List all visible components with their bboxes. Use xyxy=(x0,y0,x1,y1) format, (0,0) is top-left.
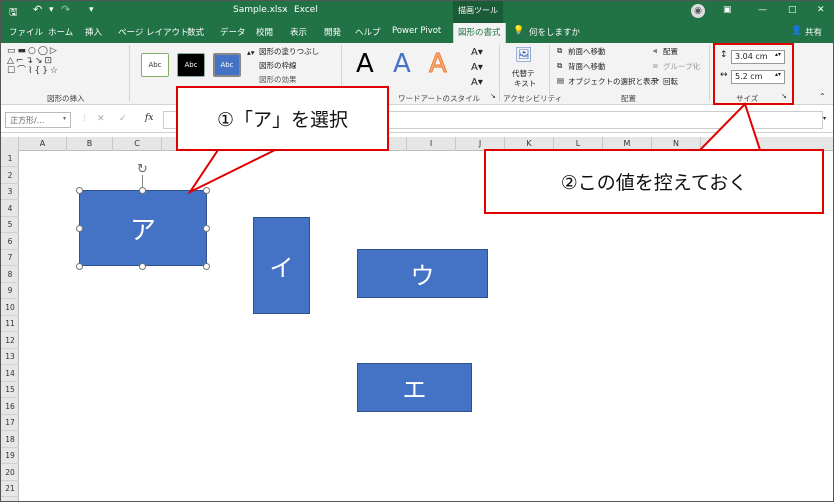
size-group-highlight xyxy=(713,43,794,105)
callout-1-pointer xyxy=(187,149,276,195)
callout-step1: ①「ア」を選択 xyxy=(176,86,389,151)
callout-step2: ②この値を控えておく xyxy=(484,149,824,214)
callout-2-pointer xyxy=(697,102,762,151)
callout-pointers xyxy=(187,102,762,195)
